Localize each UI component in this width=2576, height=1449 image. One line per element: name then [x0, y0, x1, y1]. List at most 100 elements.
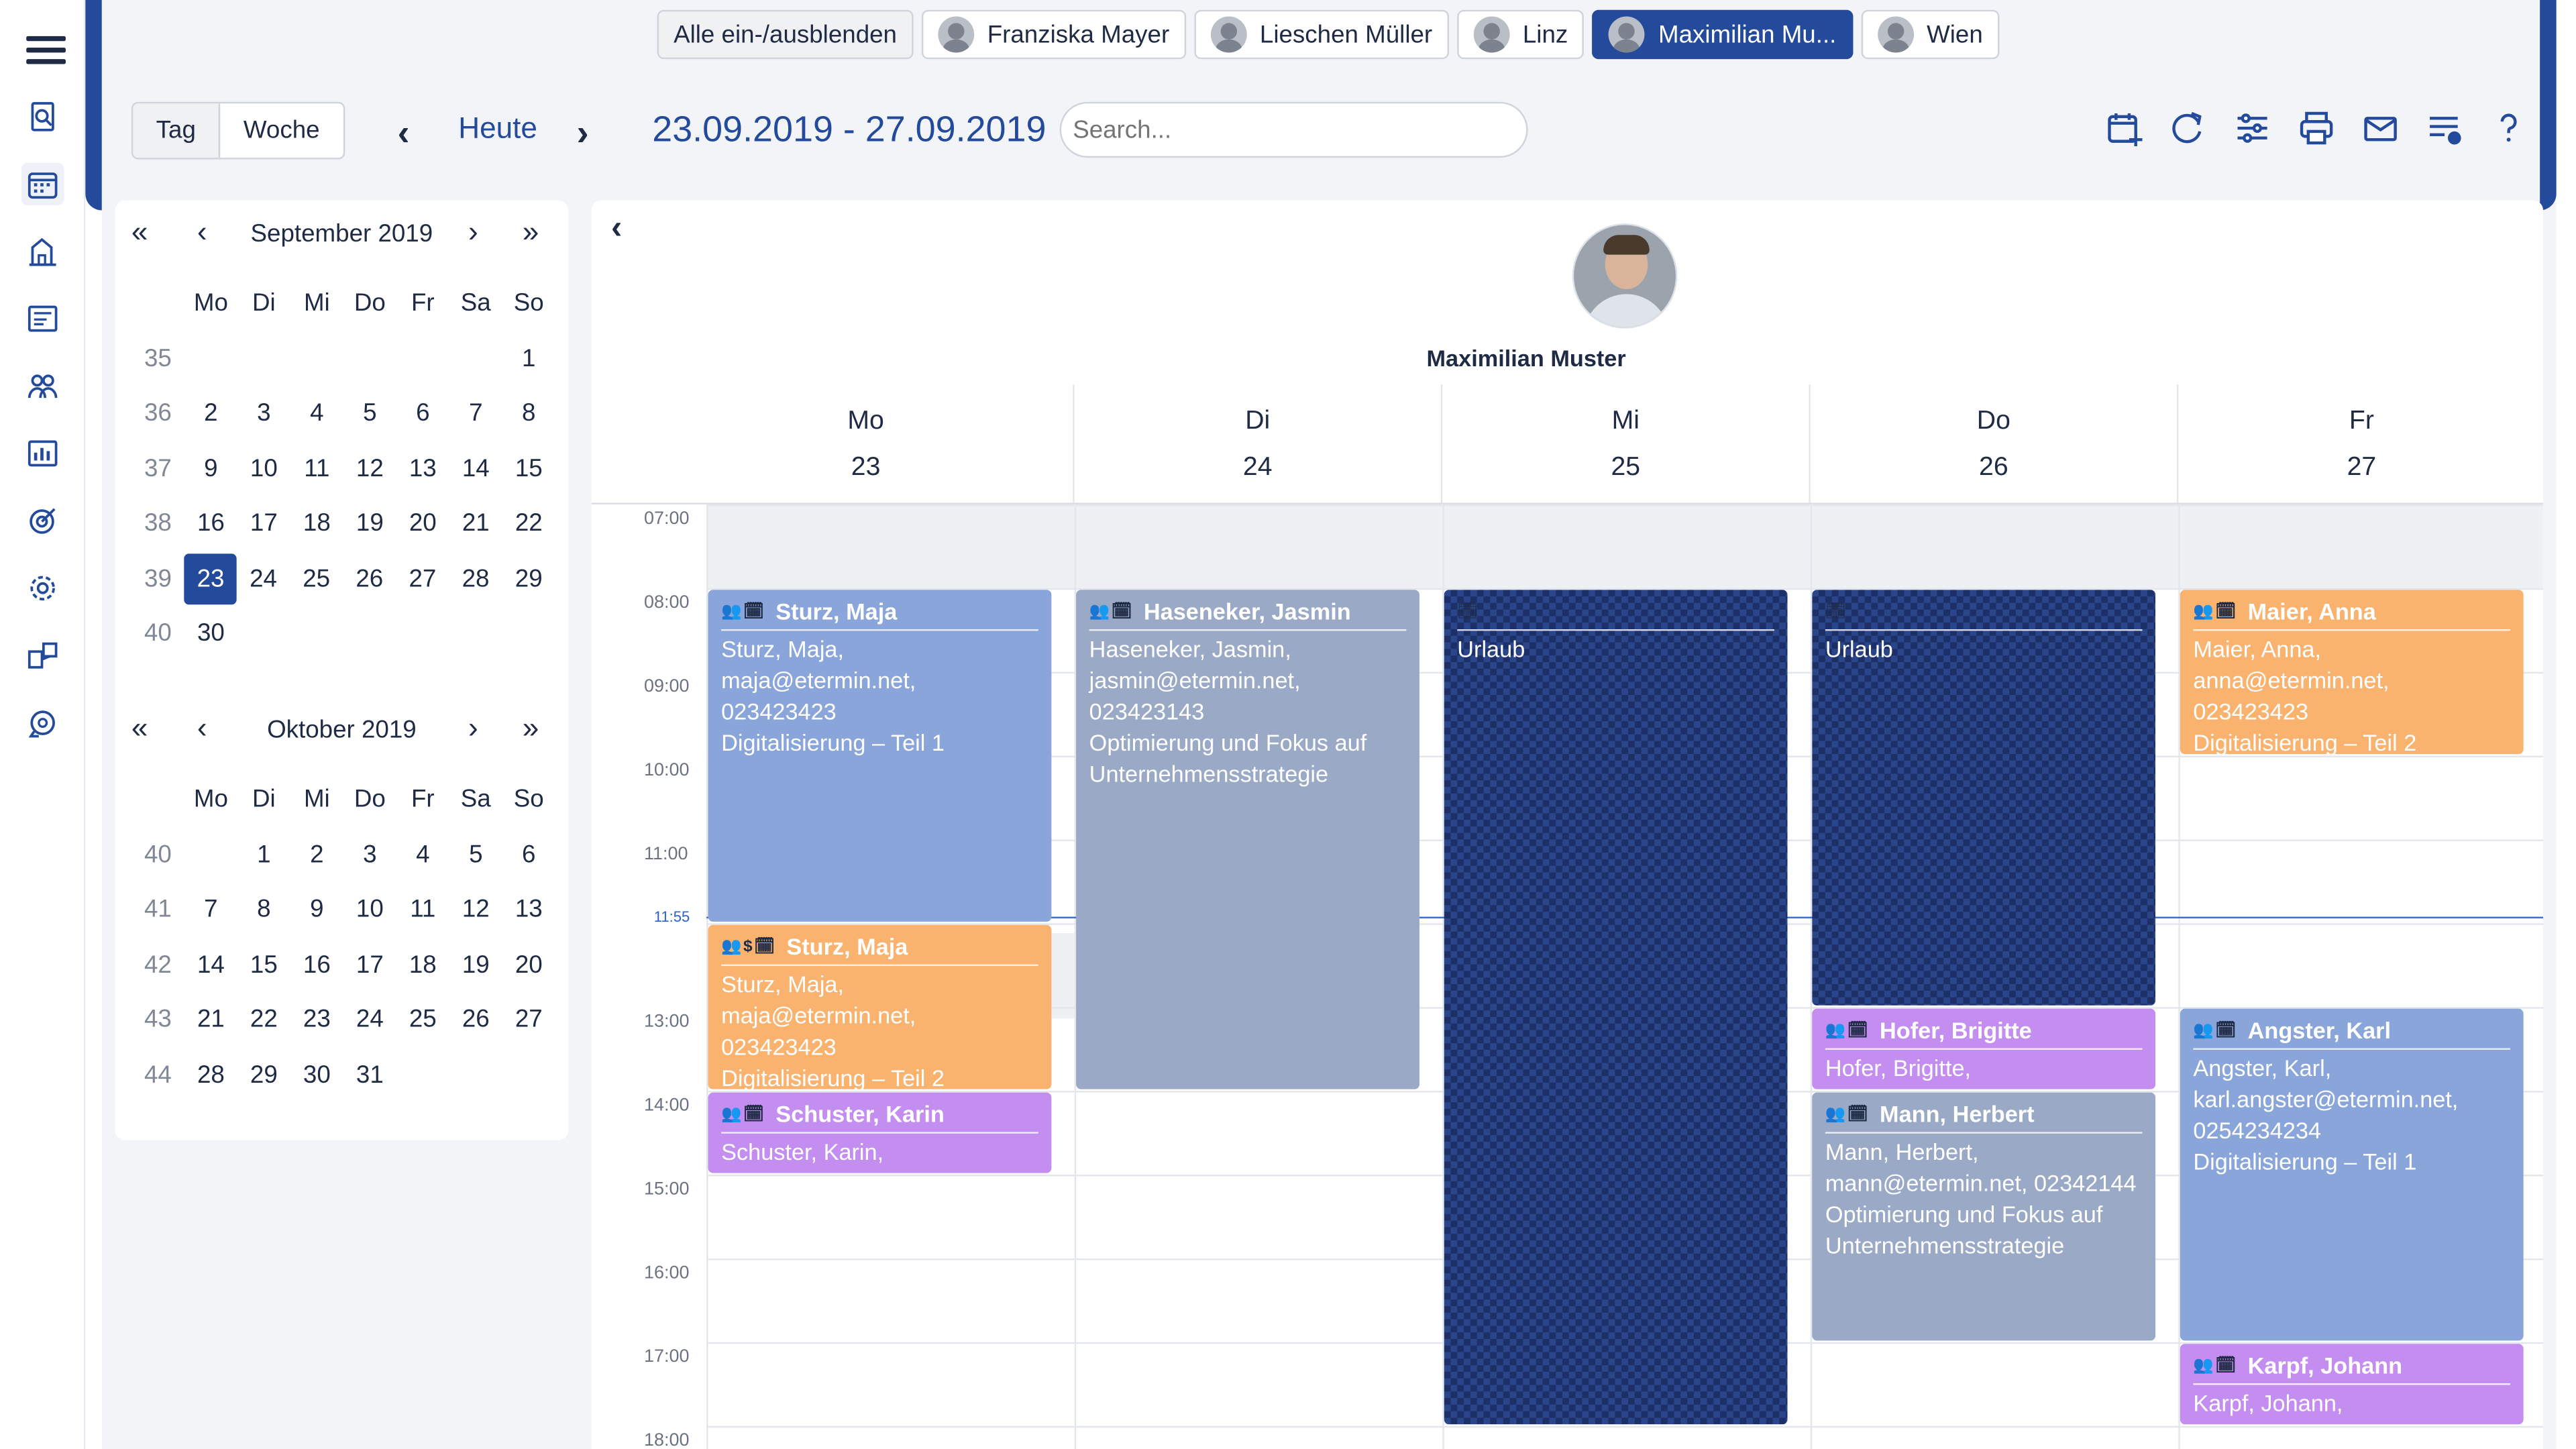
- day-header[interactable]: Di 24: [1073, 384, 1441, 503]
- day-cell[interactable]: 21: [449, 510, 502, 538]
- day-cell[interactable]: 4: [396, 841, 449, 869]
- day-cell[interactable]: 7: [184, 896, 237, 924]
- day-cell[interactable]: 6: [502, 841, 555, 869]
- day-cell[interactable]: 10: [343, 896, 396, 924]
- day-cell[interactable]: 26: [343, 565, 396, 593]
- appointment[interactable]: 👥🗓 Angster, Karl Angster, Karl, karl.angste…: [2180, 1008, 2524, 1341]
- day-cell[interactable]: 14: [184, 951, 237, 979]
- day-header[interactable]: Mo 23: [657, 384, 1075, 502]
- day-cell[interactable]: 13: [502, 896, 555, 924]
- dashboard-icon[interactable]: [21, 432, 64, 475]
- day-cell[interactable]: 11: [290, 455, 343, 483]
- collapse-panel-button[interactable]: ‹: [611, 210, 622, 248]
- day-cell[interactable]: 8: [502, 400, 555, 428]
- day-cell[interactable]: 27: [396, 565, 449, 593]
- day-cell[interactable]: 29: [237, 1061, 290, 1089]
- day-cell[interactable]: 19: [343, 510, 396, 538]
- resource-chip[interactable]: Wien: [1861, 9, 2000, 60]
- view-day-button[interactable]: Tag: [133, 103, 221, 158]
- day-cell[interactable]: 8: [237, 896, 290, 924]
- next-year-button[interactable]: »: [523, 215, 539, 250]
- report-icon[interactable]: [21, 297, 64, 340]
- prev-week-button[interactable]: ‹: [398, 112, 410, 155]
- resource-chip[interactable]: Lieschen Müller: [1193, 9, 1449, 60]
- day-cell[interactable]: 6: [396, 400, 449, 428]
- day-cell[interactable]: 18: [290, 510, 343, 538]
- appointment[interactable]: 👥🗓 Sturz, Maja Sturz, Maja, maja@etermin.ne…: [708, 590, 1052, 922]
- day-cell[interactable]: 26: [449, 1006, 502, 1034]
- day-cell[interactable]: 13: [396, 455, 449, 483]
- appointment[interactable]: 👥🗓 Maier, Anna Maier, Anna, anna@etermin.ne…: [2180, 590, 2524, 755]
- day-cell[interactable]: 1: [502, 345, 555, 373]
- day-cell[interactable]: 25: [290, 565, 343, 593]
- appointment[interactable]: 🗓 Urlaub: [1444, 590, 1788, 1425]
- filter-sliders-icon[interactable]: [2231, 105, 2274, 152]
- resource-chip[interactable]: Maximilian Mu...: [1593, 9, 1853, 60]
- day-cell[interactable]: 30: [184, 620, 237, 648]
- day-cell[interactable]: 22: [237, 1006, 290, 1034]
- day-cell[interactable]: 7: [449, 400, 502, 428]
- day-cell[interactable]: 14: [449, 455, 502, 483]
- appointment[interactable]: 👥🗓 Schuster, Karin Schuster, Karin,: [708, 1092, 1052, 1173]
- support-icon[interactable]: [21, 702, 64, 745]
- day-cell[interactable]: 29: [502, 565, 555, 593]
- appointment[interactable]: 👥🗓 Hofer, Brigitte Hofer, Brigitte,: [1812, 1008, 2156, 1089]
- day-cell[interactable]: 15: [237, 951, 290, 979]
- day-cell[interactable]: 15: [502, 455, 555, 483]
- day-cell[interactable]: 18: [396, 951, 449, 979]
- day-cell[interactable]: 3: [237, 400, 290, 428]
- day-cell[interactable]: 23: [290, 1006, 343, 1034]
- day-cell[interactable]: 1: [237, 841, 290, 869]
- day-cell[interactable]: 16: [184, 510, 237, 538]
- day-cell[interactable]: 21: [184, 1006, 237, 1034]
- day-cell[interactable]: 27: [502, 1006, 555, 1034]
- search-input[interactable]: [1059, 101, 1528, 158]
- day-header[interactable]: Do 26: [1809, 384, 2177, 503]
- resource-chip[interactable]: Franziska Mayer: [921, 9, 1186, 60]
- day-cell[interactable]: 28: [184, 1061, 237, 1089]
- appointment[interactable]: 👥🗓 Mann, Herbert Mann, Herbert, mann@etermi…: [1812, 1092, 2156, 1341]
- resource-chip[interactable]: Linz: [1456, 9, 1585, 60]
- day-cell[interactable]: 28: [449, 565, 502, 593]
- appointment[interactable]: 👥$🗓 Sturz, Maja Sturz, Maja, maja@etermin.n…: [708, 924, 1052, 1089]
- day-cell[interactable]: 10: [237, 455, 290, 483]
- day-cell[interactable]: 2: [184, 400, 237, 428]
- next-month-button[interactable]: ›: [468, 711, 478, 745]
- calendar-add-icon[interactable]: [2103, 105, 2146, 152]
- day-cell[interactable]: 9: [290, 896, 343, 924]
- day-cell[interactable]: 3: [343, 841, 396, 869]
- day-cell[interactable]: 31: [343, 1061, 396, 1089]
- day-cell[interactable]: 2: [290, 841, 343, 869]
- resource-chip[interactable]: Alle ein-/ausblenden: [657, 9, 914, 60]
- day-cell[interactable]: 4: [290, 400, 343, 428]
- search-document-icon[interactable]: [21, 95, 64, 138]
- day-cell[interactable]: 24: [237, 565, 290, 593]
- integrations-icon[interactable]: [21, 634, 64, 677]
- view-week-button[interactable]: Woche: [221, 103, 343, 158]
- next-year-button[interactable]: »: [523, 711, 539, 745]
- day-header[interactable]: Fr 27: [2176, 384, 2543, 503]
- day-cell[interactable]: 19: [449, 951, 502, 979]
- settings-gear-icon[interactable]: [21, 567, 64, 610]
- mail-icon[interactable]: [2359, 105, 2402, 152]
- day-cell[interactable]: 17: [237, 510, 290, 538]
- day-cell[interactable]: 30: [290, 1061, 343, 1089]
- day-cell[interactable]: 20: [396, 510, 449, 538]
- calendar-icon[interactable]: [21, 162, 64, 206]
- help-icon[interactable]: [2487, 105, 2530, 152]
- day-cell[interactable]: 24: [343, 1006, 396, 1034]
- day-cell[interactable]: 25: [396, 1006, 449, 1034]
- today-button[interactable]: Heute: [458, 112, 537, 146]
- day-cell[interactable]: 17: [343, 951, 396, 979]
- appointment[interactable]: 👥🗓 Haseneker, Jasmin Haseneker, Jasmin, jas…: [1076, 590, 1419, 1089]
- day-cell[interactable]: 22: [502, 510, 555, 538]
- print-icon[interactable]: [2295, 105, 2338, 152]
- day-cell-selected[interactable]: 23: [184, 553, 237, 604]
- next-week-button[interactable]: ›: [577, 112, 589, 155]
- day-cell[interactable]: 16: [290, 951, 343, 979]
- appointment[interactable]: 👥🗓 Karpf, Johann Karpf, Johann,: [2180, 1344, 2524, 1425]
- hamburger-menu-icon[interactable]: [26, 36, 66, 66]
- building-icon[interactable]: [21, 230, 64, 273]
- day-cell[interactable]: 12: [343, 455, 396, 483]
- list-export-icon[interactable]: [2423, 105, 2466, 152]
